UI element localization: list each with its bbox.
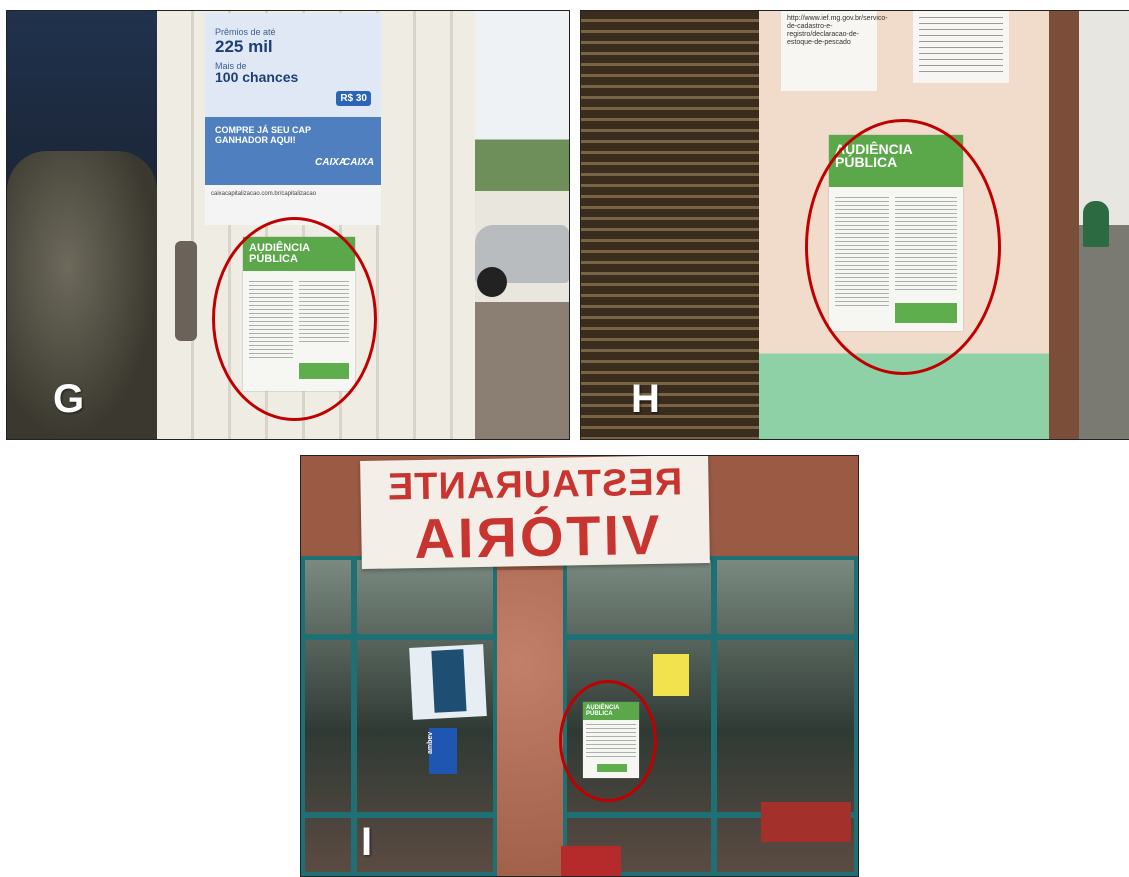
brick-pillar [497,570,563,876]
highlight-ring [212,217,377,421]
window-frame [301,634,497,640]
panel-label: I [361,820,373,864]
person [1083,201,1109,247]
caixa-prize: 225 mil [215,37,273,56]
paper-notice [913,11,1009,83]
restaurant-sign: RESTAURANTE VITÒRIA [360,456,710,571]
wooden-beam [1049,11,1079,439]
health-poster [409,644,487,720]
red-tablecloth [761,802,851,842]
caixa-prize-prefix: Prêmios de até [215,27,276,37]
highlight-ring [805,119,1001,375]
panel-label: G [53,377,85,421]
door-handle [175,241,197,341]
caixa-brand-right: CAIXA [343,157,375,168]
window-frame [711,556,717,876]
ambev-label: ambev [427,731,434,754]
highlight-ring [559,680,657,802]
caixa-url: caixacapitalizacao.com.br/capitalizacao [211,191,317,197]
notice-url: http://www.ief.mg.gov.br/servico-de-cada… [787,15,888,46]
ambev-sticker: ambev [427,728,457,774]
wooden-slats [581,11,759,439]
notice-text-lines [919,17,1003,77]
caixa-poster: Prêmios de até 225 mil Mais de 100 chanc… [205,13,381,225]
red-tablecloth [561,846,621,876]
photo-panel-g: Prêmios de até 225 mil Mais de 100 chanc… [6,10,570,440]
caixa-chances: 100 chances [215,69,299,85]
window-frame [351,556,357,876]
sign-line-2: VITÒRIA [410,502,661,571]
caixa-cta: COMPRE JÁ SEU CAP GANHADOR AQUI! [215,125,311,145]
yellow-sticker [653,654,689,696]
health-poster-graphic [431,649,467,713]
paper-notice: http://www.ief.mg.gov.br/servico-de-cada… [781,11,888,91]
caixa-brand-left: CAIXA [315,157,347,168]
window-frame [301,812,497,818]
car-wheel [477,267,507,297]
photo-panel-h: http://www.ief.mg.gov.br/servico-de-cada… [580,10,1129,440]
photo-panel-i: ambev AUDIÊNCIA PÚBLICA RESTAURANTE VITÒ… [300,455,859,877]
panel-label: H [631,377,660,421]
caixa-price: R$ 30 [336,91,371,106]
